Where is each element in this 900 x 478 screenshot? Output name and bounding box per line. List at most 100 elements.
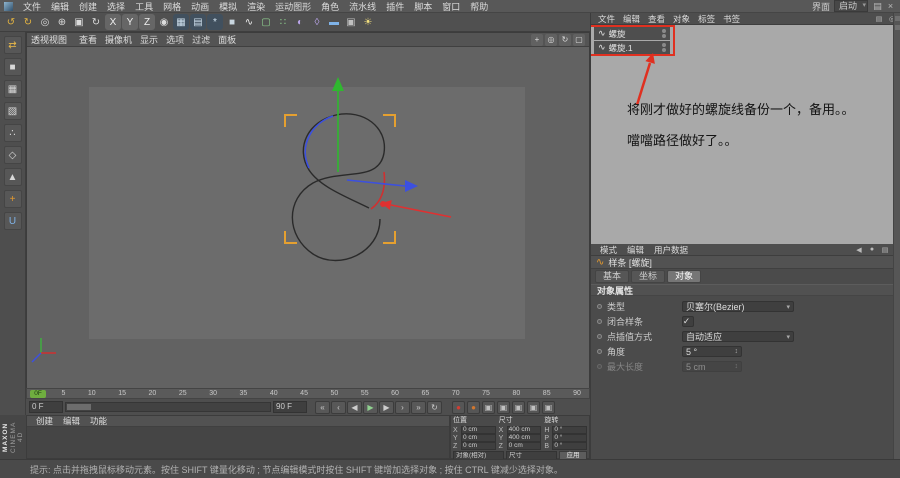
prev-frame-button[interactable]: ◀ [347,400,362,414]
workplane-mode-button[interactable]: ▧ [3,102,22,120]
viewport-menu-item[interactable]: 面板 [214,33,240,46]
viewport-menu-item[interactable]: 选项 [162,33,188,46]
spline-pen-button[interactable]: ∿ [241,14,257,30]
rotate-view-button[interactable]: ↻ [559,33,571,46]
menu-item[interactable]: 角色 [316,0,344,13]
render-picture-viewer-button[interactable]: ▤ [190,14,206,30]
attribute-control[interactable]: 5 cm ↕ [682,361,742,372]
render-settings-button[interactable]: * [207,14,223,30]
prev-key-button[interactable]: ‹ [331,400,346,414]
attribute-menu-item[interactable]: 用户数据 [649,244,693,256]
viewport-menu-item[interactable]: 查看 [75,33,101,46]
object-manager-menu-item[interactable]: 对象 [669,13,694,25]
rotation-field[interactable]: 0 ° [552,434,588,442]
current-frame-field[interactable]: 0 F [29,401,63,413]
animation-dot[interactable] [597,364,602,369]
menu-item[interactable]: 网格 [158,0,186,13]
position-field[interactable]: 0 cm [461,434,496,442]
lock-x-axis-button[interactable]: X [105,14,121,30]
menu-item[interactable]: 流水线 [344,0,381,13]
snap-settings-button[interactable]: U [3,212,22,230]
menu-item[interactable]: 工具 [130,0,158,13]
rotate-tool-button[interactable]: ↻ [88,14,104,30]
live-selection-button[interactable]: ◎ [37,14,53,30]
generators-button[interactable]: ∷ [275,14,291,30]
object-manager-menu-item[interactable]: 文件 [594,13,619,25]
end-frame-field[interactable]: 90 F [273,401,307,413]
goto-start-button[interactable]: « [315,400,330,414]
render-view-button[interactable]: ▦ [173,14,189,30]
window-close-button[interactable]: × [885,1,896,12]
rotation-field[interactable]: 0 ° [552,426,588,434]
menu-item[interactable]: 编辑 [46,0,74,13]
object-manager-menu-item[interactable]: 查看 [644,13,669,25]
record-scale-toggle[interactable]: ▣ [497,400,510,414]
timeline-playhead[interactable]: 0F [30,390,46,398]
attribute-menu-item[interactable]: 编辑 [622,244,649,256]
polygons-mode-button[interactable]: ▲ [3,168,22,186]
viewport-menu-item[interactable]: 摄像机 [101,33,136,46]
attr-panel-menu-button[interactable]: ▤ [880,245,890,255]
environment-button[interactable]: ▬ [326,14,342,30]
light-button[interactable]: ☀ [360,14,376,30]
autokey-toggle[interactable]: ● [467,400,480,414]
attr-lock-button[interactable]: ● [867,245,877,255]
menu-item[interactable]: 文件 [18,0,46,13]
points-mode-button[interactable]: ∴ [3,124,22,142]
redo-button[interactable]: ↻ [20,14,36,30]
panel-tab-icon[interactable] [894,16,900,21]
attribute-menu-item[interactable]: 模式 [595,244,622,256]
slider-handle[interactable] [67,404,91,410]
menu-item[interactable]: 帮助 [465,0,493,13]
menu-item[interactable]: 创建 [74,0,102,13]
attribute-tab[interactable]: 基本 [595,270,630,283]
modeling-button[interactable]: ◐ [292,14,308,30]
lock-z-axis-button[interactable]: Z [139,14,155,30]
size-field[interactable]: 400 cm [506,426,542,434]
camera-button[interactable]: ▣ [343,14,359,30]
attribute-tab[interactable]: 坐标 [631,270,666,283]
menu-item[interactable]: 模拟 [214,0,242,13]
window-menu-button[interactable]: ▤ [872,1,883,12]
record-position-toggle[interactable]: ▣ [482,400,495,414]
make-editable-button[interactable]: ⇄ [3,36,22,54]
animation-dot[interactable] [597,349,602,354]
viewport-canvas[interactable] [27,47,589,388]
object-manager-area[interactable]: ∿ 螺旋 ∿ 螺旋.1 将刚才做好的螺旋线备份一个，备用。。 噹噹路径做好了。。 [591,25,894,244]
menu-item[interactable]: 动画 [186,0,214,13]
attribute-control[interactable]: ✓ [682,316,694,327]
material-menu-item[interactable]: 编辑 [58,415,85,427]
material-menu-item[interactable]: 功能 [85,415,112,427]
material-menu-item[interactable]: 创建 [31,415,58,427]
attribute-tab[interactable]: 对象 [667,270,702,283]
animation-dot[interactable] [597,334,602,339]
menu-item[interactable]: 窗口 [437,0,465,13]
animation-dot[interactable] [597,304,602,309]
enable-axis-button[interactable]: + [3,190,22,208]
zoom-view-button[interactable]: ◎ [545,33,557,46]
edges-mode-button[interactable]: ◇ [3,146,22,164]
position-field[interactable]: 0 cm [461,442,496,450]
record-rotation-toggle[interactable]: ▣ [512,400,525,414]
material-list-area[interactable] [27,427,449,458]
texture-mode-button[interactable]: ▦ [3,80,22,98]
menu-item[interactable]: 渲染 [242,0,270,13]
goto-end-button[interactable]: » [411,400,426,414]
scale-tool-button[interactable]: ▣ [71,14,87,30]
size-field[interactable]: 400 cm [506,434,542,442]
coordinate-system-button[interactable]: ◉ [156,14,172,30]
position-field[interactable]: 0 cm [461,426,496,434]
play-button[interactable]: ▶ [363,400,378,414]
pan-view-button[interactable]: + [531,33,543,46]
attribute-control[interactable]: 5 ° ↕ [682,346,742,357]
menu-item[interactable]: 插件 [381,0,409,13]
object-manager-menu-item[interactable]: 标签 [694,13,719,25]
menu-item[interactable]: 选择 [102,0,130,13]
panel-tab-icon[interactable] [894,25,900,30]
deformers-button[interactable]: ◊ [309,14,325,30]
attribute-control[interactable]: 自动适应 ▾ [682,331,794,342]
next-frame-button[interactable]: ▶ [379,400,394,414]
attribute-control[interactable]: 贝塞尔(Bezier) ▾ [682,301,794,312]
record-keyframe-button[interactable]: ● [452,400,465,414]
layout-dropdown[interactable]: 启动 [833,0,868,12]
